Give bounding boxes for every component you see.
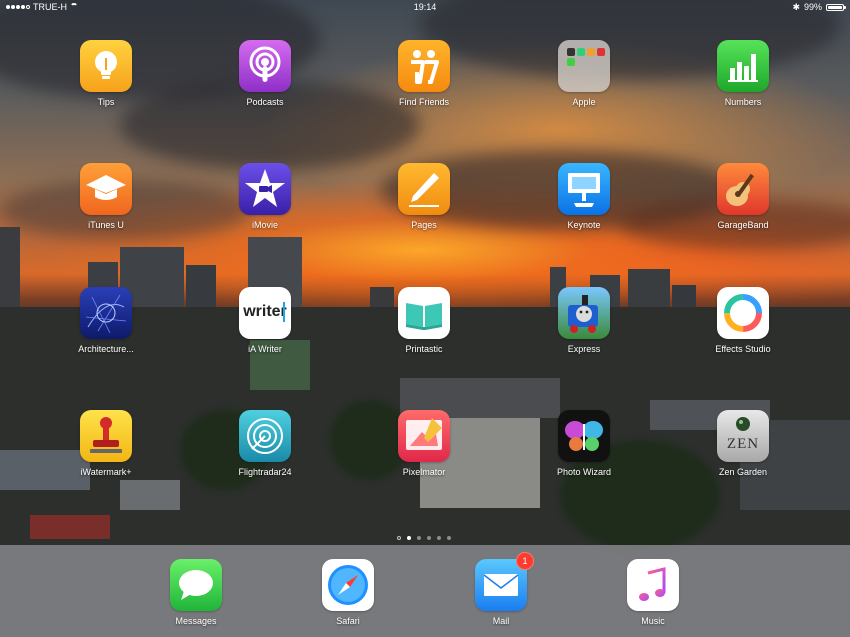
cursor-mark <box>283 302 285 322</box>
app-label: Flightradar24 <box>238 467 292 477</box>
app-podcasts[interactable]: Podcasts <box>210 40 320 108</box>
app-garageband[interactable]: GarageBand <box>688 163 798 231</box>
zen-icon-text: ZEN <box>726 436 760 452</box>
train-icon <box>558 287 610 339</box>
battery-fill <box>828 5 842 9</box>
app-label: GarageBand <box>717 220 769 230</box>
writer-icon: writer <box>239 287 291 339</box>
app-flightradar24[interactable]: Flightradar24 <box>210 410 320 478</box>
app-label: Effects Studio <box>715 344 771 354</box>
battery-icon <box>826 3 846 11</box>
spotlight-search-icon <box>397 536 401 540</box>
guitar-icon <box>717 163 769 215</box>
app-label: Architecture... <box>78 344 134 354</box>
podcasts-icon <box>239 40 291 92</box>
dock-app-mail[interactable]: 1 Mail <box>446 552 556 627</box>
butterfly-icon <box>558 410 610 462</box>
app-label: Numbers <box>724 97 762 107</box>
dock-app-messages[interactable]: Messages <box>141 559 251 627</box>
app-pages[interactable]: Pages <box>369 163 479 231</box>
dock-app-safari[interactable]: Safari <box>293 559 403 627</box>
open-book-icon <box>398 287 450 339</box>
app-express[interactable]: Express <box>529 287 639 355</box>
pixelmator-brush-icon <box>398 410 450 462</box>
page-dot <box>447 536 451 540</box>
graduation-cap-icon <box>80 163 132 215</box>
speech-bubble-icon <box>170 559 222 611</box>
app-pixelmator[interactable]: Pixelmator <box>369 410 479 478</box>
app-label: Tips <box>97 97 115 107</box>
radar-icon <box>239 410 291 462</box>
app-effects-studio[interactable]: Effects Studio <box>688 287 798 355</box>
app-numbers[interactable]: Numbers <box>688 40 798 108</box>
ring-icon <box>717 287 769 339</box>
app-architecture[interactable]: Architecture... <box>51 287 161 355</box>
music-note-icon <box>627 559 679 611</box>
page-dot <box>417 536 421 540</box>
battery-percent: 99% <box>803 2 822 12</box>
app-keynote[interactable]: Keynote <box>529 163 639 231</box>
dock-app-music[interactable]: Music <box>598 559 708 627</box>
status-right: ✱ 99% <box>792 0 846 14</box>
numbers-chart-icon <box>717 40 769 92</box>
app-find-friends[interactable]: Find Friends <box>369 40 479 108</box>
app-imovie[interactable]: iMovie <box>210 163 320 231</box>
app-iwatermark[interactable]: iWatermark+ <box>51 410 161 478</box>
app-label: Safari <box>336 616 360 626</box>
app-zen-garden[interactable]: ZEN Zen Garden <box>688 410 798 478</box>
app-label: Podcasts <box>246 97 284 107</box>
app-label: iTunes U <box>88 220 124 230</box>
status-bar: TRUE-H 19:14 ✱ 99% <box>0 0 850 14</box>
dock: Messages Safari 1 Mail Music <box>0 545 850 637</box>
zen-icon: ZEN <box>717 410 769 462</box>
app-photo-wizard[interactable]: Photo Wizard <box>529 410 639 478</box>
page-dot <box>427 536 431 540</box>
folder-icon <box>558 40 610 92</box>
stamp-icon <box>80 410 132 462</box>
app-label: iWatermark+ <box>80 467 132 477</box>
bluetooth-icon: ✱ <box>792 2 800 12</box>
app-label: Music <box>641 616 665 626</box>
blueprint-icon <box>80 287 132 339</box>
app-label: Pixelmator <box>402 467 446 477</box>
app-label: Express <box>567 344 601 354</box>
app-label: Pages <box>411 220 437 230</box>
app-label: Keynote <box>567 220 601 230</box>
app-label: iA Writer <box>248 344 282 354</box>
keynote-podium-icon <box>558 163 610 215</box>
app-folder-apple[interactable]: Apple <box>529 40 639 108</box>
notification-badge: 1 <box>516 552 534 570</box>
app-tips[interactable]: Tips <box>51 40 161 108</box>
page-indicator[interactable] <box>397 536 451 540</box>
compass-icon <box>322 559 374 611</box>
app-label: iMovie <box>251 220 278 230</box>
app-printastic[interactable]: Printastic <box>369 287 479 355</box>
app-label: Messages <box>175 616 217 626</box>
app-itunes-u[interactable]: iTunes U <box>51 163 161 231</box>
app-label: Photo Wizard <box>556 467 612 477</box>
page-dot <box>407 536 411 540</box>
app-label: Mail <box>492 616 510 626</box>
clock: 19:14 <box>413 2 437 12</box>
lightbulb-icon <box>80 40 132 92</box>
app-label: Zen Garden <box>718 467 768 477</box>
app-label: Find Friends <box>398 97 450 107</box>
imovie-star-icon <box>239 163 291 215</box>
app-ia-writer[interactable]: writer iA Writer <box>210 287 320 355</box>
envelope-icon: 1 <box>475 552 534 611</box>
page-dot <box>437 536 441 540</box>
app-label: Printastic <box>405 344 443 354</box>
pen-icon <box>398 163 450 215</box>
find-friends-icon <box>398 40 450 92</box>
app-label: Apple <box>572 97 596 107</box>
